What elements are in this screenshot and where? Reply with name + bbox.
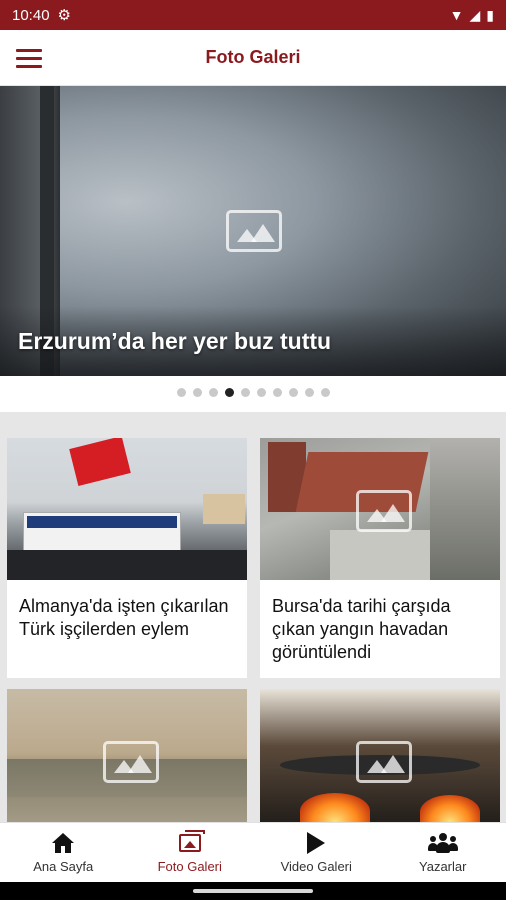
card-image xyxy=(7,689,247,822)
image-placeholder-icon xyxy=(356,490,412,532)
gallery-card[interactable]: Bursa'da tarihi çarşıda çıkan yangın hav… xyxy=(260,438,500,678)
users-icon xyxy=(427,833,458,853)
nav-label: Ana Sayfa xyxy=(33,859,94,874)
carousel-dot[interactable] xyxy=(288,388,298,397)
gallery-card[interactable] xyxy=(7,689,247,822)
battery-icon: ▮ xyxy=(486,6,494,23)
carousel-dot[interactable] xyxy=(256,388,266,397)
nav-yazarlar[interactable]: Yazarlar xyxy=(380,823,506,882)
nav-label: Yazarlar xyxy=(419,859,467,874)
wifi-icon: ▼ xyxy=(449,7,464,23)
system-gesture-bar xyxy=(0,882,506,900)
nav-video-galeri[interactable]: Video Galeri xyxy=(253,823,380,882)
carousel-dot[interactable] xyxy=(208,388,218,397)
gallery-grid: Almanya'da işten çıkarılan Türk işçilerd… xyxy=(0,412,506,822)
gallery-card[interactable]: Almanya'da işten çıkarılan Türk işçilerd… xyxy=(7,438,247,678)
image-placeholder-icon xyxy=(356,741,412,783)
photo-gallery-icon xyxy=(178,830,205,852)
card-image xyxy=(260,438,500,580)
card-image xyxy=(7,438,247,580)
nav-ana-sayfa[interactable]: Ana Sayfa xyxy=(0,823,127,882)
hero-slide[interactable]: Erzurum’da her yer buz tuttu xyxy=(0,86,506,376)
status-bar: 10:40 ⚙ ▼ ◢ ▮ xyxy=(0,0,506,30)
carousel-indicator xyxy=(0,388,506,400)
status-time: 10:40 xyxy=(12,6,50,24)
status-icons: ▼ ◢ ▮ xyxy=(450,7,494,24)
page-title: Foto Galeri xyxy=(205,47,301,67)
nav-label: Video Galeri xyxy=(280,859,352,874)
home-gesture-handle[interactable] xyxy=(193,889,313,893)
carousel-dot[interactable] xyxy=(320,388,330,397)
app-bar: Foto Galeri xyxy=(0,30,506,86)
carousel-dot[interactable] xyxy=(272,388,282,397)
image-placeholder-icon xyxy=(226,210,282,252)
bottom-navigation: Ana Sayfa Foto Galeri Video Galeri Yazar… xyxy=(0,822,506,882)
home-icon xyxy=(52,833,75,853)
hero-title: Erzurum’da her yer buz tuttu xyxy=(18,328,332,354)
hamburger-menu-icon[interactable] xyxy=(16,44,44,72)
carousel-dot[interactable] xyxy=(192,388,202,397)
nav-label: Foto Galeri xyxy=(157,859,222,874)
nav-foto-galeri[interactable]: Foto Galeri xyxy=(127,823,254,882)
gallery-card[interactable] xyxy=(260,689,500,822)
carousel-dot-active[interactable] xyxy=(224,388,234,397)
signal-icon: ◢ xyxy=(469,6,481,23)
play-icon xyxy=(307,832,326,854)
carousel-dot[interactable] xyxy=(176,388,186,397)
carousel-dot[interactable] xyxy=(240,388,250,397)
settings-gear-icon: ⚙ xyxy=(57,7,71,24)
card-title: Almanya'da işten çıkarılan Türk işçilerd… xyxy=(19,596,229,639)
card-title: Bursa'da tarihi çarşıda çıkan yangın hav… xyxy=(272,596,451,662)
card-image xyxy=(260,689,500,822)
image-placeholder-icon xyxy=(103,741,159,783)
carousel-dot[interactable] xyxy=(304,388,314,397)
